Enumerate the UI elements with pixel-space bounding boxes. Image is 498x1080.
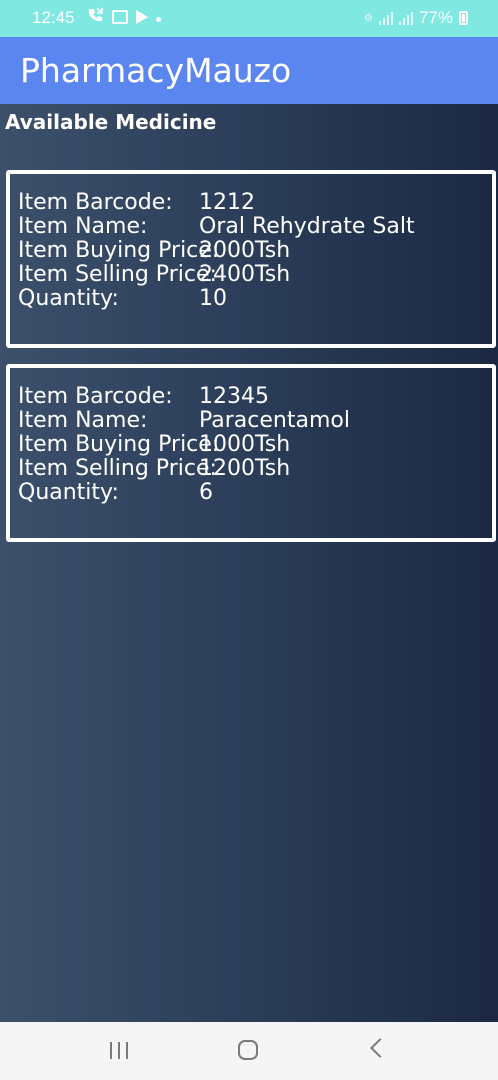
section-title: Available Medicine — [5, 110, 217, 134]
buying-price-value: 1000Tsh — [199, 432, 291, 457]
quantity-value: 6 — [199, 480, 213, 505]
name-label: Item Name: — [18, 214, 148, 239]
quantity-value: 10 — [199, 286, 227, 311]
image-icon — [112, 9, 128, 24]
status-system-icons: ⚙ 77% — [364, 8, 468, 28]
play-icon — [136, 9, 148, 24]
medicine-card[interactable]: Item Barcode: 12345 Item Name: Paracenta… — [6, 364, 496, 542]
selling-price-value: 1200Tsh — [199, 456, 291, 481]
selling-price-label: Item Selling Price: — [18, 262, 217, 287]
signal-icon — [398, 11, 413, 25]
battery-icon — [459, 11, 468, 25]
quantity-label: Quantity: — [18, 480, 119, 505]
barcode-value: 12345 — [199, 384, 269, 409]
barcode-label: Item Barcode: — [18, 190, 173, 215]
selling-price-label: Item Selling Price: — [18, 456, 217, 481]
buying-price-label: Item Buying Price: — [18, 432, 220, 457]
buying-price-value: 2000Tsh — [199, 238, 291, 263]
status-notification-icons — [86, 6, 161, 24]
barcode-label: Item Barcode: — [18, 384, 173, 409]
name-value: Paracentamol — [199, 408, 350, 433]
name-label: Item Name: — [18, 408, 148, 433]
status-time: 12:45 — [32, 8, 75, 27]
app-bar: PharmacyMauzo — [0, 37, 498, 104]
medicine-card[interactable]: Item Barcode: 1212 Item Name: Oral Rehyd… — [6, 170, 496, 348]
status-bar: 12:45 ⚙ 77% — [0, 0, 498, 37]
call-forward-icon — [86, 6, 104, 24]
signal-icon — [378, 11, 393, 25]
selling-price-value: 2400Tsh — [199, 262, 291, 287]
back-icon[interactable] — [370, 1038, 390, 1058]
buying-price-label: Item Buying Price: — [18, 238, 220, 263]
battery-percent: 77% — [418, 8, 453, 27]
dot-icon — [156, 16, 161, 22]
barcode-value: 1212 — [199, 190, 255, 215]
quantity-label: Quantity: — [18, 286, 119, 311]
navigation-bar — [0, 1022, 498, 1080]
wifi-calling-icon: ⚙ — [364, 12, 373, 24]
recent-apps-icon[interactable] — [110, 1042, 128, 1059]
medicine-list-screen[interactable]: Available Medicine Item Barcode: 1212 It… — [0, 104, 498, 1022]
home-icon[interactable] — [238, 1040, 258, 1060]
name-value: Oral Rehydrate Salt — [199, 214, 415, 239]
app-title: PharmacyMauzo — [20, 51, 292, 90]
